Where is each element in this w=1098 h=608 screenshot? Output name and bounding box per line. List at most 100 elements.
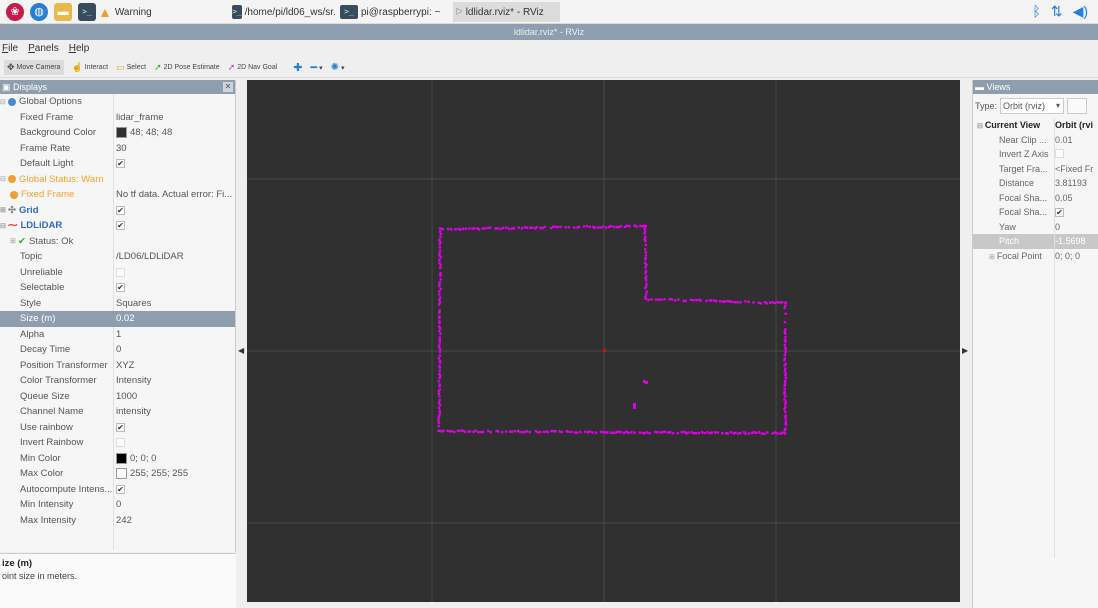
tree-row-global-options[interactable]: ⊟ Global Options (0, 94, 235, 110)
view-row-near-clip[interactable]: Near Clip ... 0.01 (973, 133, 1098, 148)
expand-icon[interactable]: ⊞ (10, 237, 18, 245)
menu-help[interactable]: Help (69, 43, 90, 54)
close-icon[interactable]: ✕ (223, 82, 233, 92)
scan-point (448, 430, 452, 433)
tree-row-decay[interactable]: Decay Time 0 (0, 342, 235, 358)
view-row-yaw[interactable]: Yaw 0 (973, 220, 1098, 235)
add-tool-button[interactable]: ✚ (293, 61, 302, 74)
pose-estimate-button[interactable]: ➚ 2D Pose Estimate (154, 62, 220, 73)
scan-point (783, 358, 786, 362)
chevron-right-icon[interactable]: ▶ (962, 346, 968, 355)
terminal-icon[interactable]: >_ (78, 2, 96, 21)
ldlidar-checkbox[interactable]: ✔ (116, 221, 125, 231)
view-row-focal-shape-fixed[interactable]: Focal Sha... ✔ (973, 205, 1098, 220)
autocompute-checkbox[interactable]: ✔ (116, 484, 125, 494)
expand-icon[interactable]: ⊟ (0, 98, 8, 106)
tree-row-fixed-frame-warn[interactable]: Fixed Frame No tf data. Actual error: Fi.… (0, 187, 235, 203)
invert-z-checkbox[interactable] (1055, 148, 1064, 158)
volume-icon[interactable]: ◀) (1073, 3, 1088, 20)
view-row-invert-z[interactable]: Invert Z Axis (973, 147, 1098, 162)
rainbow-checkbox[interactable]: ✔ (116, 422, 125, 432)
tree-row-status[interactable]: ⊞ ✔ Status: Ok (0, 234, 235, 250)
tree-row-max-color[interactable]: Max Color 255; 255; 255 (0, 466, 235, 482)
tree-row-channel[interactable]: Channel Name intensity (0, 404, 235, 420)
network-icon[interactable]: ⇅ (1051, 3, 1063, 20)
expand-icon[interactable]: ⊟ (0, 175, 8, 183)
tree-row-min-color[interactable]: Min Color 0; 0; 0 (0, 451, 235, 467)
tree-row-frame-rate[interactable]: Frame Rate 30 (0, 141, 235, 157)
tree-row-max-intensity[interactable]: Max Intensity 242 (0, 513, 235, 529)
nav-goal-button[interactable]: ➚ 2D Nav Goal (228, 62, 278, 73)
scan-point (690, 431, 693, 434)
tree-row-style[interactable]: Style Squares (0, 296, 235, 312)
collapse-right-bar[interactable]: ▶ (961, 80, 971, 608)
task-terminal-pi[interactable]: >_ pi@raspberrypi: ~ (338, 2, 443, 22)
tree-row-ldlidar[interactable]: ⊟ ⁓ LDLiDAR ✔ (0, 218, 235, 234)
remove-tool-button[interactable]: ━ ▾ (311, 61, 323, 74)
focal-shape-checkbox[interactable]: ✔ (1055, 208, 1064, 218)
expand-icon[interactable]: ⊟ (977, 123, 985, 130)
selectable-checkbox[interactable]: ✔ (116, 283, 125, 293)
column-divider[interactable] (1054, 118, 1055, 558)
expand-icon[interactable]: ⊞ (989, 254, 997, 261)
task-rviz[interactable]: ᐅ ldlidar.rviz* - RViz (453, 2, 560, 22)
tree-row-topic[interactable]: Topic/LD06/LDLiDAR (0, 249, 235, 265)
displays-tree: ⊟ Global Options Fixed Frame lidar_frame B… (0, 94, 235, 528)
move-camera-button[interactable]: ✥ Move Camera (4, 60, 64, 75)
scan-point (573, 431, 577, 434)
tree-row-queue[interactable]: Queue Size 1000 (0, 389, 235, 405)
chevron-left-icon[interactable]: ◀ (238, 346, 244, 355)
view-row-pitch[interactable]: Pitch -1.5698 (973, 234, 1098, 249)
scan-point (644, 225, 647, 228)
menu-panels[interactable]: Panels (28, 43, 59, 54)
scan-point (676, 431, 679, 435)
select-button[interactable]: ▭ Select (116, 62, 146, 73)
zero-button[interactable] (1067, 98, 1088, 114)
menu-file[interactable]: File (2, 43, 18, 54)
tool-props-button[interactable]: ✺ ▾ (331, 62, 345, 73)
tree-row-rainbow[interactable]: Use rainbow ✔ (0, 420, 235, 436)
tree-row-selectable[interactable]: Selectable ✔ (0, 280, 235, 296)
tree-row-global-status[interactable]: ⊟ Global Status: Warn (0, 172, 235, 188)
render-viewport[interactable] (247, 80, 960, 602)
scan-point (784, 312, 787, 315)
invert-rainbow-checkbox[interactable] (116, 438, 125, 448)
view-type-select[interactable]: Orbit (rviz) (1000, 98, 1065, 114)
tree-row-alpha[interactable]: Alpha 1 (0, 327, 235, 343)
raspberry-menu-icon[interactable]: ❀ (6, 2, 24, 21)
tree-row-default-light[interactable]: Default Light ✔ (0, 156, 235, 172)
tree-row-bg-color[interactable]: Background Color 48; 48; 48 (0, 125, 235, 141)
tree-row-color-tf[interactable]: Color Transformer Intensity (0, 373, 235, 389)
file-manager-icon[interactable]: ▬ (54, 2, 72, 21)
browser-icon[interactable]: ◍ (30, 2, 48, 21)
grid-checkbox[interactable]: ✔ (116, 205, 125, 215)
scan-point (543, 225, 546, 229)
unreliable-checkbox[interactable] (116, 267, 125, 277)
tree-row-invert-rainbow[interactable]: Invert Rainbow (0, 435, 235, 451)
collapse-left-bar[interactable]: ◀ (237, 80, 247, 608)
view-row-focal-shape-size[interactable]: Focal Sha... 0.05 (973, 191, 1098, 206)
scan-point (625, 224, 629, 228)
tree-row-fixed-frame[interactable]: Fixed Frame lidar_frame (0, 110, 235, 126)
scan-point (713, 431, 717, 434)
task-warning[interactable]: ▲ Warning (96, 2, 216, 22)
tree-row-grid[interactable]: ⊞ ✣ Grid ✔ (0, 203, 235, 219)
tree-row-min-intensity[interactable]: Min Intensity 0 (0, 497, 235, 513)
tree-row-autocompute[interactable]: Autocompute Intens... ✔ (0, 482, 235, 498)
expand-icon[interactable]: ⊟ (0, 222, 8, 230)
view-row-current[interactable]: ⊟ Current View Orbit (rvi (973, 118, 1098, 133)
view-row-distance[interactable]: Distance 3.81193 (973, 176, 1098, 191)
task-terminal-ws[interactable]: >_ /home/pi/ld06_ws/sr... (230, 2, 335, 22)
scan-point (519, 430, 522, 434)
tree-row-size[interactable]: Size (m) 0.02 (0, 311, 235, 327)
view-row-focal-point[interactable]: ⊞ Focal Point 0; 0; 0 (973, 249, 1098, 264)
scan-point (596, 226, 600, 229)
scan-point (549, 226, 553, 230)
view-row-target-frame[interactable]: Target Fra... <Fixed Fr (973, 162, 1098, 177)
expand-icon[interactable]: ⊞ (0, 206, 8, 214)
tree-row-pos-tf[interactable]: Position Transformer XYZ (0, 358, 235, 374)
default-light-checkbox[interactable]: ✔ (116, 159, 125, 169)
bluetooth-icon[interactable]: ᛒ (1032, 3, 1040, 20)
tree-row-unreliable[interactable]: Unreliable (0, 265, 235, 281)
interact-button[interactable]: ☝ Interact (72, 62, 109, 73)
